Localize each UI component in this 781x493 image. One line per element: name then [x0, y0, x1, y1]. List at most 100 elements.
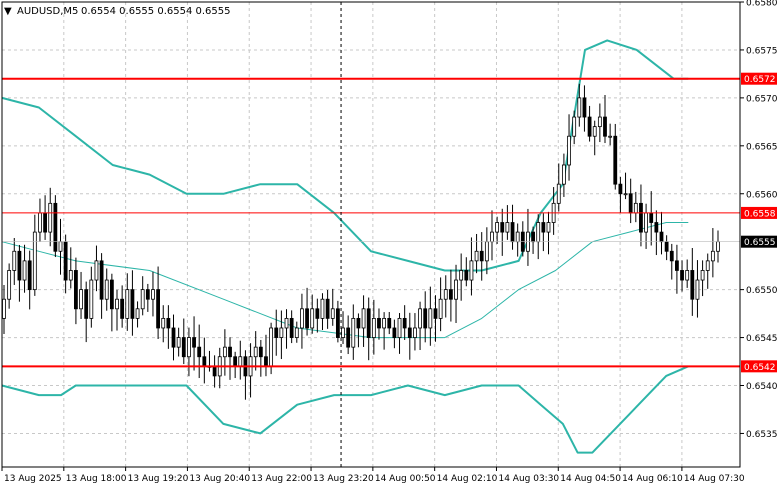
- bull-candle-body: [490, 231, 494, 243]
- bull-candle-body: [222, 346, 227, 358]
- bear-candle-body: [53, 202, 58, 252]
- bear-candle-body: [325, 298, 330, 319]
- bull-candle-body: [608, 135, 613, 138]
- bull-candle-body: [140, 289, 145, 310]
- bear-candle-body: [197, 346, 202, 358]
- price-tick-label: 0.6570: [746, 94, 778, 104]
- price-tick-label: 0.6550: [746, 286, 778, 296]
- bull-candle-body: [68, 270, 73, 281]
- bear-candle-body: [335, 308, 340, 338]
- bull-candle-body: [238, 356, 243, 367]
- current-price-label: 0.6555: [744, 238, 776, 248]
- bull-candle-body: [536, 222, 541, 243]
- bear-candle-body: [603, 116, 607, 137]
- bull-candle-body: [279, 327, 284, 338]
- bull-candle-body: [38, 212, 42, 233]
- bull-candle-body: [22, 260, 27, 281]
- bull-candle-body: [567, 135, 571, 166]
- level-label: 0.6542: [744, 363, 776, 373]
- bear-candle-body: [74, 270, 78, 310]
- bear-candle-body: [448, 289, 453, 300]
- bear-candle-body: [659, 231, 664, 243]
- bear-candle-body: [690, 270, 695, 300]
- time-tick-label: 13 Aug 23:20: [313, 474, 374, 484]
- bear-candle-body: [613, 135, 618, 185]
- bear-candle-body: [166, 317, 171, 329]
- bull-candle-body: [125, 289, 130, 319]
- level-label: 0.6572: [744, 75, 776, 85]
- bull-candle-body: [253, 346, 258, 358]
- time-tick-label: 13 Aug 20:40: [189, 474, 250, 484]
- bear-candle-body: [84, 289, 89, 319]
- bull-candle-body: [716, 241, 720, 252]
- bull-candle-body: [515, 231, 520, 243]
- bear-candle-body: [669, 250, 674, 262]
- bear-candle-body: [582, 97, 587, 118]
- level-label: 0.6558: [744, 209, 776, 219]
- bear-candle-body: [587, 116, 592, 137]
- bear-candle-body: [649, 212, 654, 223]
- chart-window: 0.6572 0.6558 0.6542 0.6555 0.6580 0.6575 0.6…: [0, 0, 781, 489]
- bull-candle-body: [546, 222, 551, 233]
- bull-candle-body: [438, 298, 443, 319]
- bull-candle-body: [469, 260, 474, 281]
- plot-border: [1, 1, 741, 468]
- price-axis: 0.6580 0.6575 0.6570 0.6565 0.6560 0.6550 0.65…: [740, 0, 778, 440]
- bull-candle-body: [371, 317, 376, 338]
- dropdown-arrow-icon[interactable]: ▼: [4, 6, 12, 17]
- bear-candle-body: [43, 212, 47, 233]
- time-tick-label: 13 Aug 22:00: [251, 474, 312, 484]
- bear-candle-body: [181, 337, 186, 358]
- bear-candle-body: [109, 279, 114, 310]
- bear-candle-body: [664, 241, 669, 252]
- bull-candle-body: [269, 327, 274, 367]
- bull-candle-body: [644, 212, 648, 233]
- time-tick-label: 14 Aug 07:30: [684, 474, 745, 484]
- bull-candle-body: [89, 279, 94, 319]
- bull-candle-body: [294, 327, 299, 338]
- bear-candle-body: [99, 260, 104, 300]
- bull-candle-body: [104, 279, 109, 300]
- bull-candle-body: [12, 250, 17, 271]
- bull-candle-body: [623, 193, 628, 196]
- bear-candle-body: [27, 260, 32, 291]
- time-axis: 13 Aug 2025 13 Aug 18:00 13 Aug 19:20 13 Au…: [1, 467, 745, 484]
- bear-candle-body: [407, 327, 412, 338]
- plot-frame: [1, 1, 741, 468]
- bull-candle-body: [413, 327, 417, 338]
- bull-candle-body: [454, 279, 458, 300]
- bear-candle-body: [402, 317, 407, 329]
- bear-candle-body: [433, 308, 438, 319]
- bear-candle-body: [289, 317, 294, 338]
- bull-candle-body: [428, 308, 433, 329]
- time-tick-label: 14 Aug 04:50: [560, 474, 621, 484]
- bull-candle-body: [341, 327, 345, 338]
- bull-candle-body: [556, 183, 561, 204]
- bear-candle-body: [145, 289, 150, 300]
- price-tick-label: 0.6540: [746, 382, 778, 392]
- time-tick-label: 13 Aug 18:00: [66, 474, 127, 484]
- bull-candle-body: [705, 260, 710, 271]
- bull-candle-body: [284, 317, 289, 329]
- bull-candle-body: [397, 317, 402, 338]
- bull-candle-body: [7, 270, 12, 300]
- bull-candle-body: [710, 250, 715, 262]
- bull-candle-body: [94, 260, 99, 281]
- time-tick-label: 14 Aug 06:10: [622, 474, 683, 484]
- time-tick-label: 14 Aug 02:10: [437, 474, 498, 484]
- bull-candle-body: [382, 317, 387, 329]
- bull-candle-body: [300, 308, 304, 329]
- bear-candle-body: [423, 308, 428, 329]
- bull-candle-body: [330, 308, 335, 319]
- bear-candle-body: [675, 260, 679, 271]
- time-tick-label: 14 Aug 03:30: [498, 474, 559, 484]
- chart-canvas: 0.65720.65580.65420.6555 0.65800.65750.6…: [1, 0, 778, 484]
- bear-candle-body: [171, 327, 176, 348]
- ohlc-values: 0.6554 0.6555 0.6554 0.6555: [81, 6, 231, 17]
- bull-candle-body: [685, 270, 690, 281]
- bull-candle-body: [572, 116, 577, 137]
- bull-candle-body: [79, 289, 83, 310]
- bear-candle-body: [346, 327, 351, 348]
- price-tick-label: 0.6565: [746, 142, 778, 152]
- bull-candle-body: [48, 202, 53, 233]
